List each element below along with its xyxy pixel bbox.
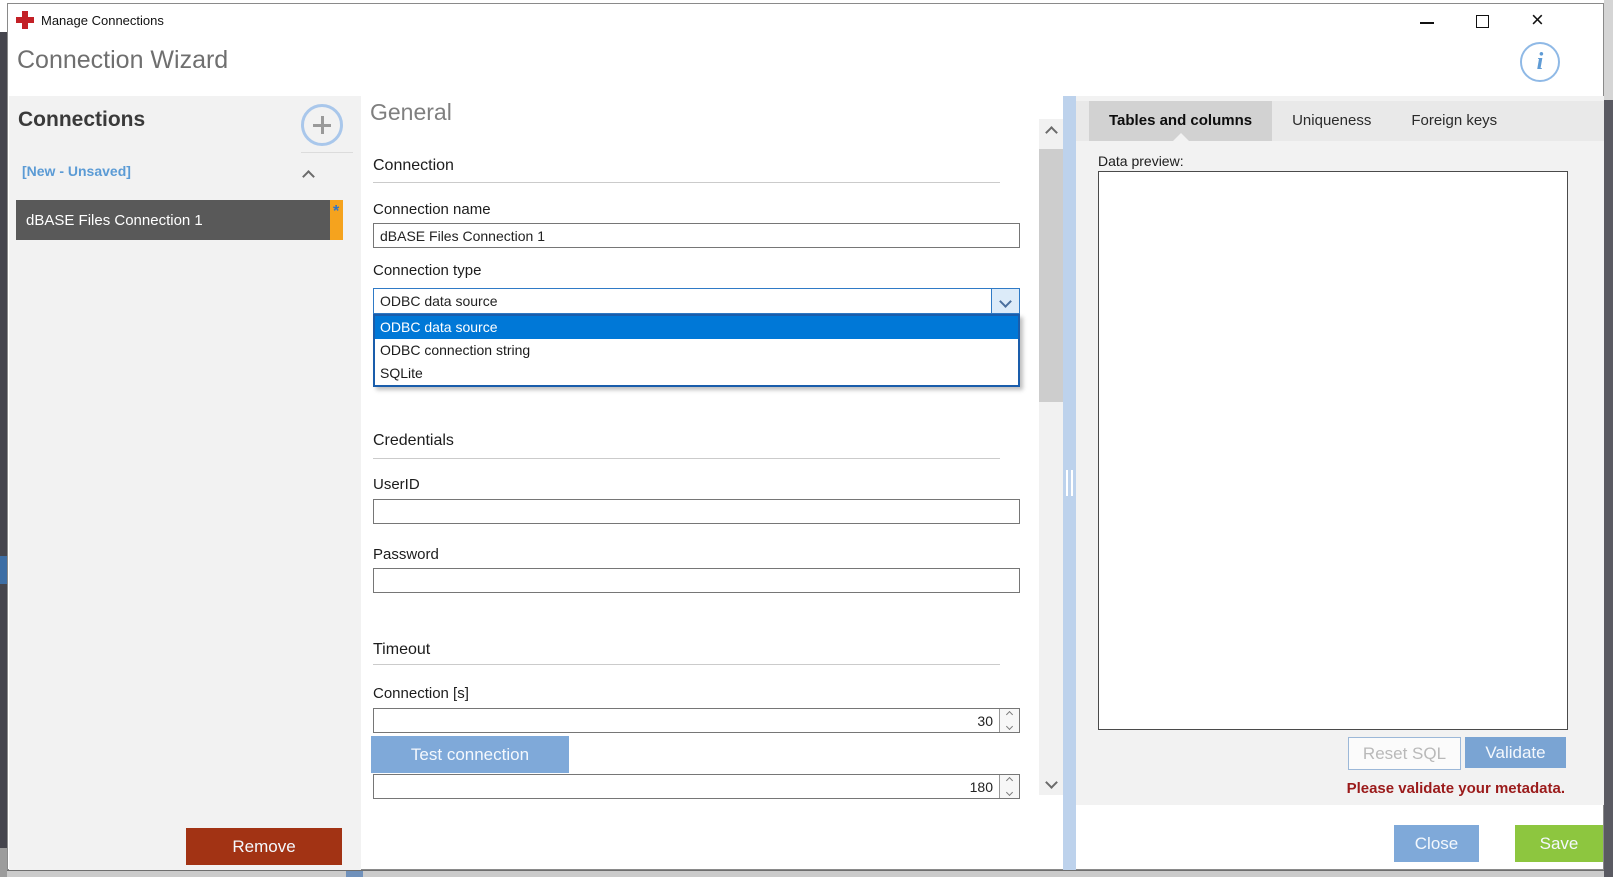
userid-label: UserID bbox=[373, 476, 420, 493]
connection-type-select[interactable]: ODBC data source bbox=[373, 288, 1020, 314]
manage-connections-window: Manage Connections × Connection Wizard i… bbox=[7, 3, 1604, 870]
tab-uniqueness[interactable]: Uniqueness bbox=[1272, 101, 1391, 141]
connection-group-label[interactable]: [New - Unsaved] bbox=[22, 163, 131, 179]
dropdown-option-sqlite[interactable]: SQLite bbox=[375, 362, 1018, 385]
connections-sidebar: Connections [New - Unsaved] dBASE Files … bbox=[9, 96, 361, 870]
app-cross-icon bbox=[16, 11, 34, 29]
divider bbox=[373, 182, 1000, 183]
reset-sql-button[interactable]: Reset SQL bbox=[1348, 737, 1461, 770]
stepper-up-icon[interactable] bbox=[1000, 709, 1019, 721]
close-button[interactable]: Close bbox=[1394, 825, 1479, 862]
connection-section-label: Connection bbox=[373, 157, 454, 175]
maximize-icon[interactable] bbox=[1476, 15, 1489, 28]
connection-type-value: ODBC data source bbox=[374, 289, 991, 313]
stepper-down-icon[interactable] bbox=[1000, 787, 1019, 799]
connection-list-item[interactable]: dBASE Files Connection 1 * bbox=[16, 200, 343, 240]
scrollbar-thumb[interactable] bbox=[1039, 149, 1063, 402]
dropdown-option-odbc-data-source[interactable]: ODBC data source bbox=[375, 316, 1018, 339]
divider bbox=[373, 664, 1000, 665]
connection-timeout-label: Connection [s] bbox=[373, 685, 469, 702]
timeout-section-label: Timeout bbox=[373, 641, 430, 659]
credentials-section-label: Credentials bbox=[373, 432, 454, 450]
stepper-down-icon[interactable] bbox=[1000, 721, 1019, 733]
dropdown-option-odbc-connection-string[interactable]: ODBC connection string bbox=[375, 339, 1018, 362]
scroll-down-icon[interactable] bbox=[1039, 769, 1063, 795]
screen: Manage Connections × Connection Wizard i… bbox=[0, 0, 1613, 877]
stepper-buttons bbox=[999, 709, 1019, 732]
password-label: Password bbox=[373, 546, 439, 563]
page-title: Connection Wizard bbox=[17, 46, 228, 75]
stepper-up-icon[interactable] bbox=[1000, 775, 1019, 787]
save-button[interactable]: Save bbox=[1515, 825, 1603, 862]
divider bbox=[301, 152, 353, 153]
vertical-scrollbar[interactable] bbox=[1039, 119, 1063, 795]
modified-asterisk-icon: * bbox=[333, 203, 339, 221]
general-heading: General bbox=[370, 99, 452, 126]
minimize-icon[interactable] bbox=[1420, 22, 1434, 24]
command-timeout-input[interactable] bbox=[373, 774, 1020, 799]
connection-type-label: Connection type bbox=[373, 262, 481, 279]
command-timeout-stepper bbox=[373, 774, 1020, 799]
chevron-down-icon[interactable] bbox=[991, 289, 1019, 313]
background-window-bottom-edge bbox=[7, 870, 1604, 877]
background-right-top bbox=[1604, 0, 1613, 100]
background-left-bottom bbox=[0, 848, 7, 877]
scroll-up-icon[interactable] bbox=[1039, 119, 1063, 145]
connection-timeout-input[interactable] bbox=[373, 708, 1020, 733]
connection-item-label: dBASE Files Connection 1 bbox=[16, 200, 330, 240]
connection-timeout-stepper bbox=[373, 708, 1020, 733]
metadata-panel: Tables and columns Uniqueness Foreign ke… bbox=[1076, 96, 1604, 805]
test-connection-button[interactable]: Test connection bbox=[371, 736, 569, 773]
background-left-top bbox=[0, 0, 7, 32]
add-connection-button[interactable] bbox=[301, 104, 343, 146]
metadata-tabstrip: Tables and columns Uniqueness Foreign ke… bbox=[1076, 101, 1604, 141]
info-icon[interactable]: i bbox=[1520, 42, 1560, 82]
userid-input[interactable] bbox=[373, 499, 1020, 524]
window-title: Manage Connections bbox=[41, 13, 164, 28]
connection-type-dropdown-list: ODBC data source ODBC connection string … bbox=[373, 314, 1020, 387]
remove-button[interactable]: Remove bbox=[186, 828, 342, 865]
connection-name-label: Connection name bbox=[373, 201, 491, 218]
validate-button[interactable]: Validate bbox=[1465, 737, 1566, 768]
divider bbox=[373, 458, 1000, 459]
password-input[interactable] bbox=[373, 568, 1020, 593]
stepper-buttons bbox=[999, 775, 1019, 798]
panel-splitter[interactable] bbox=[1063, 96, 1076, 870]
splitter-grip-icon bbox=[1066, 470, 1073, 496]
modified-strip: * bbox=[330, 200, 343, 240]
background-left-accent bbox=[0, 556, 7, 584]
background-window-left-edge bbox=[0, 0, 7, 877]
connection-name-input[interactable] bbox=[373, 223, 1020, 248]
sidebar-heading: Connections bbox=[18, 108, 145, 132]
chevron-up-icon[interactable] bbox=[304, 168, 313, 186]
background-bottom-accent bbox=[346, 871, 363, 877]
data-preview-area bbox=[1098, 171, 1568, 730]
background-window-right-edge bbox=[1604, 100, 1613, 877]
tab-tables-and-columns[interactable]: Tables and columns bbox=[1089, 101, 1272, 141]
tab-foreign-keys[interactable]: Foreign keys bbox=[1391, 101, 1517, 141]
validation-message: Please validate your metadata. bbox=[1347, 780, 1565, 797]
close-icon[interactable]: × bbox=[1531, 6, 1544, 34]
data-preview-label: Data preview: bbox=[1098, 153, 1184, 169]
